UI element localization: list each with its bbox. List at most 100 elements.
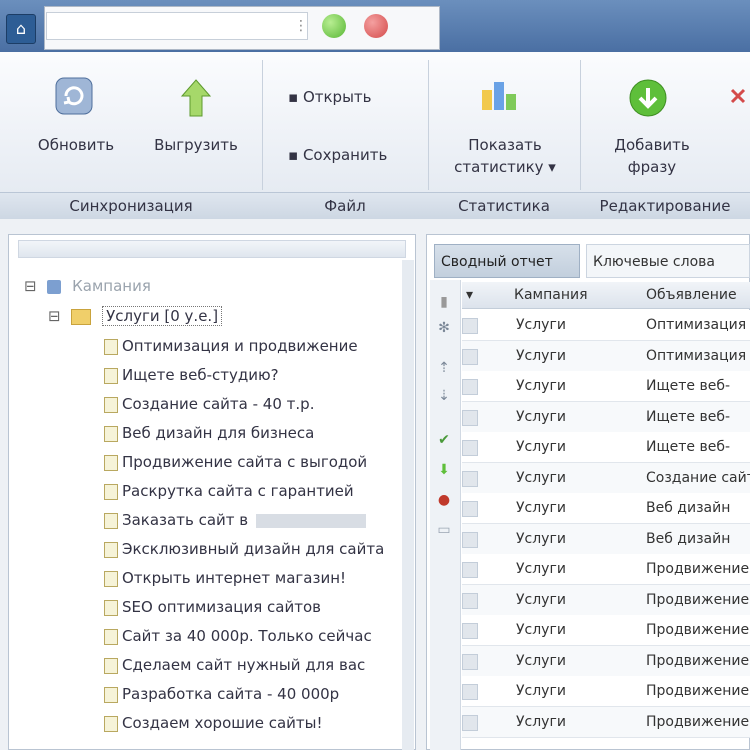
ad-icon [104,570,118,587]
sort-icon[interactable]: ▾ [466,282,473,308]
app-icon[interactable]: ⌂ [6,14,36,44]
bar-icon[interactable]: ▮ [434,292,454,312]
save-label: Сохранить [302,146,388,164]
campaign-icon [47,279,62,294]
row-checkbox[interactable] [462,531,478,548]
row-checkbox[interactable] [462,562,478,578]
row-checkbox[interactable] [462,714,478,731]
cell-ad: Продвижение [646,713,750,730]
cell-ad: Продвижение [646,683,750,699]
cell-ad: Ищете веб- [646,408,731,425]
save-button[interactable]: ▪ Сохранить [288,146,387,164]
add-phrase-button[interactable]: Добавить фразу [592,134,712,178]
ad-icon [104,425,118,442]
ad-icon [104,454,118,471]
row-checkbox[interactable] [462,318,478,334]
save-icon: ▪ [288,146,303,164]
row-checkbox[interactable] [462,440,478,456]
tree-item[interactable]: Продвижение сайта с выгодой [104,448,400,476]
ad-icon [104,338,118,355]
add-phrase-icon[interactable] [626,76,670,124]
tree-item-label: Заказать сайт в [122,511,249,529]
collapse-icon[interactable]: ⊟ [48,307,61,325]
delete-row-icon[interactable]: ● [434,490,454,510]
cell-ad: Продвижение [646,622,750,638]
row-checkbox[interactable] [462,348,478,365]
cell-campaign: Услуги [516,500,566,516]
grip-icon[interactable]: ⋮ [294,18,308,34]
tree-item-label: Сайт за 40 000р. Только сейчас [122,627,372,645]
title-search-input[interactable] [46,12,308,40]
refresh-icon[interactable] [52,74,96,122]
tree-item[interactable]: Разработка сайта - 40 000р [104,680,400,708]
tab-keywords[interactable]: Ключевые слова [586,244,750,278]
tree-item-label: Создание сайта - 40 т.р. [122,395,315,413]
tree-scrollbar[interactable] [402,260,414,750]
ad-icon [104,628,118,645]
cell-campaign: Услуги [516,622,566,638]
row-checkbox[interactable] [462,470,478,487]
row-checkbox[interactable] [462,379,478,395]
cell-campaign: Услуги [516,408,566,425]
up-icon[interactable]: ⇡ [434,358,454,378]
dropdown-arrow-icon: ▾ [548,158,556,176]
cell-ad: Оптимизация [646,347,747,364]
tree-folder[interactable]: ⊟ Услуги [0 у.е.] [48,302,223,330]
tree-item[interactable]: SEO оптимизация сайтов [104,593,400,621]
tree-item[interactable]: Ищете веб-студию? [104,361,400,389]
tree-root-label: Кампания [72,277,151,295]
tree-item-label: Сделаем сайт нужный для вас [122,656,366,674]
row-checkbox[interactable] [462,409,478,426]
cell-campaign: Услуги [516,530,566,547]
tree-item[interactable]: Создаем хорошие сайты! [104,709,400,737]
tree-item[interactable]: Раскрутка сайта с гарантией [104,477,400,505]
column-header-ad[interactable]: Объявление [646,282,750,308]
cell-campaign: Услуги [516,469,566,486]
collapse-icon[interactable]: ⊟ [24,277,37,295]
check-icon[interactable]: ✔ [434,430,454,450]
tree-item[interactable]: Эксклюзивный дизайн для сайта [104,535,400,563]
delete-icon[interactable] [726,84,750,108]
show-statistics-button[interactable]: Показать статистику ▾ [440,134,570,178]
tree-item[interactable]: Сайт за 40 000р. Только сейчас [104,622,400,650]
row-checkbox[interactable] [462,501,478,517]
statistics-icon[interactable] [478,76,522,120]
column-header-campaign[interactable]: Кампания [514,282,634,308]
upload-button[interactable]: Выгрузить [140,134,252,156]
open-button[interactable]: ▪ Открыть [288,88,372,106]
tree-item[interactable]: Сделаем сайт нужный для вас [104,651,400,679]
settings-icon[interactable]: ✻ [434,318,454,338]
cell-campaign: Услуги [516,713,566,730]
row-checkbox[interactable] [462,653,478,670]
tree-item[interactable]: Заказать сайт в [104,506,400,534]
tree-folder-label: Услуги [0 у.е.] [102,306,223,326]
group-label-sync: Синхронизация [0,192,262,219]
tree-item-label: SEO оптимизация сайтов [122,598,321,616]
row-checkbox[interactable] [462,684,478,700]
tree-item-label: Продвижение сайта с выгодой [122,453,368,471]
refresh-button[interactable]: Обновить [20,134,132,156]
tree-item[interactable]: Создание сайта - 40 т.р. [104,390,400,418]
maximize-button[interactable] [322,14,346,38]
tree-item[interactable]: Оптимизация и продвижение [104,332,400,360]
folder-icon [71,308,92,325]
row-checkbox[interactable] [462,623,478,639]
tree-item-label: Раскрутка сайта с гарантией [122,482,354,500]
tree-item-label: Открыть интернет магазин! [122,569,347,587]
cell-ad: Создание сайта [646,469,750,486]
download-icon[interactable]: ⬇ [434,460,454,480]
upload-icon[interactable] [176,76,216,124]
group-label-statistics: Статистика [428,192,580,219]
cell-campaign: Услуги [516,439,566,455]
copy-icon[interactable]: ▭ [434,520,454,540]
ad-icon [104,541,118,558]
cell-ad: Оптимизация [646,317,747,333]
cell-campaign: Услуги [516,317,566,333]
down-icon[interactable]: ⇣ [434,386,454,406]
tree-root[interactable]: ⊟ Кампания [24,272,151,300]
tree-item[interactable]: Веб дизайн для бизнеса [104,419,400,447]
row-checkbox[interactable] [462,592,478,609]
close-button[interactable] [364,14,388,38]
tab-summary-report[interactable]: Сводный отчет [434,244,580,278]
tree-item[interactable]: Открыть интернет магазин! [104,564,400,592]
